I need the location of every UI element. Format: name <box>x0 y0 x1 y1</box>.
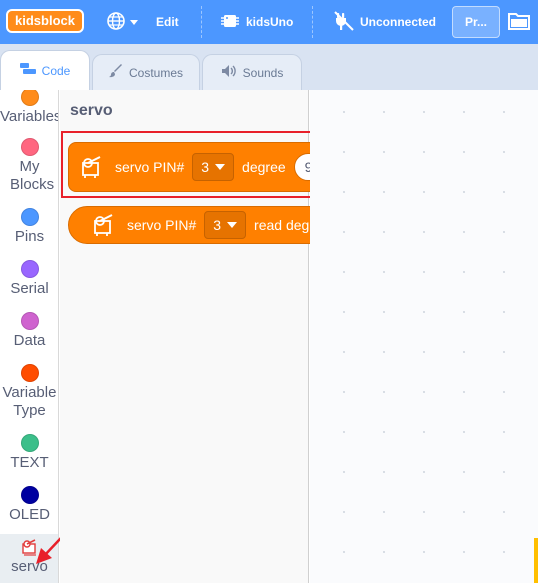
device-menu[interactable]: kidsUno <box>220 0 293 44</box>
speaker-icon <box>221 64 237 81</box>
category-variables[interactable]: Variables <box>0 90 59 126</box>
menu-bar: kidsblock Edit kidsUno Unconnected Pr... <box>0 0 538 44</box>
unplugged-icon <box>334 10 354 34</box>
servo-motor-icon <box>91 212 117 238</box>
servo-read-block[interactable]: servo PIN# 3 read degree <box>68 206 343 244</box>
category-dot <box>20 434 39 452</box>
category-dot <box>20 90 39 106</box>
pin-value: 3 <box>213 217 222 233</box>
folder-icon[interactable] <box>508 11 530 36</box>
menu-divider <box>312 6 313 38</box>
tab-costumes-label: Costumes <box>128 65 184 80</box>
category-label: Serial <box>10 280 49 297</box>
globe-icon <box>106 11 126 34</box>
category-dot <box>20 138 39 156</box>
tab-sounds-label: Sounds <box>242 65 284 80</box>
brush-icon <box>108 64 123 81</box>
editor-tabs: Code Costumes Sounds <box>0 44 538 90</box>
language-menu[interactable] <box>106 0 138 44</box>
category-dot <box>20 208 39 226</box>
flyout-category-title: servo <box>70 102 113 119</box>
menu-divider <box>201 6 202 38</box>
chip-icon <box>220 12 240 33</box>
category-dot <box>20 312 39 330</box>
tab-code-label: Code <box>41 63 71 78</box>
category-dot <box>20 260 39 278</box>
category-dot <box>20 364 39 382</box>
workspace-edge-marker <box>534 538 538 583</box>
category-data[interactable]: Data <box>0 312 58 350</box>
category-pins[interactable]: Pins <box>0 208 58 246</box>
chevron-down-icon <box>227 222 238 228</box>
category-label: Variables <box>0 108 59 125</box>
category-menu: Variables My Blocks Pins Serial Data Var… <box>0 90 59 583</box>
category-serial[interactable]: Serial <box>0 260 58 298</box>
tab-code[interactable]: Code <box>0 50 90 90</box>
category-label: Data <box>13 332 46 349</box>
category-my-blocks[interactable]: My Blocks <box>0 138 58 194</box>
device-label: kidsUno <box>246 15 294 29</box>
code-icon <box>19 63 36 78</box>
tab-costumes[interactable]: Costumes <box>92 54 200 90</box>
category-text[interactable]: TEXT <box>0 434 58 472</box>
category-dot <box>20 486 39 504</box>
connection-label: Unconnected <box>360 15 437 29</box>
category-label: Pins <box>14 228 45 245</box>
edit-menu[interactable]: Edit <box>156 0 179 44</box>
category-label: Variable Type <box>2 384 57 419</box>
connection-menu[interactable]: Unconnected <box>334 0 436 44</box>
category-variable-type[interactable]: Variable Type <box>0 364 58 420</box>
tab-sounds[interactable]: Sounds <box>202 54 302 90</box>
servo-pin-label: servo PIN# <box>127 217 197 233</box>
pin-dropdown[interactable]: 3 <box>204 211 247 239</box>
script-workspace[interactable] <box>310 90 538 583</box>
chevron-down-icon <box>130 19 138 25</box>
project-button[interactable]: Pr... <box>452 6 500 38</box>
category-label: TEXT <box>10 454 49 471</box>
kidsblock-logo[interactable]: kidsblock <box>6 9 84 33</box>
category-label: My Blocks <box>10 158 55 193</box>
